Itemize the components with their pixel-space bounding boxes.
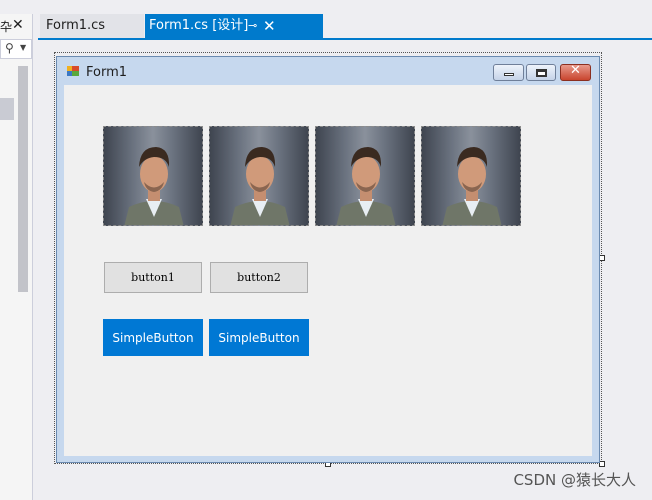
portrait-image	[336, 147, 396, 225]
close-icon: ✕	[570, 63, 581, 78]
document-tab-strip: Form1.cs Form1.cs [设计] ⊸ ✕	[38, 14, 652, 40]
portrait-image	[124, 147, 184, 225]
form-title: Form1	[86, 65, 128, 80]
simple-button-1[interactable]: SimpleButton	[103, 319, 203, 356]
maximize-button[interactable]	[526, 64, 556, 81]
button1[interactable]: button1	[104, 262, 202, 293]
close-button[interactable]: ✕	[560, 63, 591, 81]
form-app-icon	[67, 66, 79, 76]
portrait-image	[442, 147, 502, 225]
tab-label: Form1.cs [设计]	[149, 18, 249, 33]
tab-form1-cs[interactable]: Form1.cs	[40, 14, 144, 38]
simple-button-2[interactable]: SimpleButton	[209, 319, 309, 356]
pin-icon[interactable]: ⊸	[248, 14, 257, 38]
watermark: CSDN @猿长大人	[513, 471, 636, 489]
chevron-down-icon[interactable]: ▼	[20, 43, 26, 52]
form-client-area[interactable]: button1 button2 SimpleButton SimpleButto…	[64, 85, 592, 456]
picture-box-3[interactable]	[315, 126, 415, 226]
toolbox-search-input[interactable]: ⚲ ▼	[0, 39, 32, 59]
portrait-image	[230, 147, 290, 225]
search-icon: ⚲	[5, 41, 14, 55]
pin-icon[interactable]: 卆	[0, 18, 12, 35]
tab-form1-designer[interactable]: Form1.cs [设计] ⊸ ✕	[145, 14, 323, 38]
close-icon[interactable]: ✕	[263, 14, 276, 38]
picture-box-2[interactable]	[209, 126, 309, 226]
button2[interactable]: button2	[210, 262, 308, 293]
tab-label: Form1.cs	[46, 18, 106, 33]
picture-box-1[interactable]	[103, 126, 203, 226]
picture-box-4[interactable]	[421, 126, 521, 226]
minimize-button[interactable]	[493, 64, 524, 81]
form-title-bar[interactable]: Form1 ✕	[57, 57, 599, 85]
toolbox-selected-item[interactable]	[0, 98, 14, 120]
toolbox-panel: 卆 ✕ ⚲ ▼	[0, 14, 33, 500]
close-icon[interactable]: ✕	[12, 17, 24, 33]
toolbox-scrollbar[interactable]	[18, 66, 28, 292]
form-window[interactable]: Form1 ✕ button1 button2 SimpleButton Sim…	[56, 56, 600, 463]
